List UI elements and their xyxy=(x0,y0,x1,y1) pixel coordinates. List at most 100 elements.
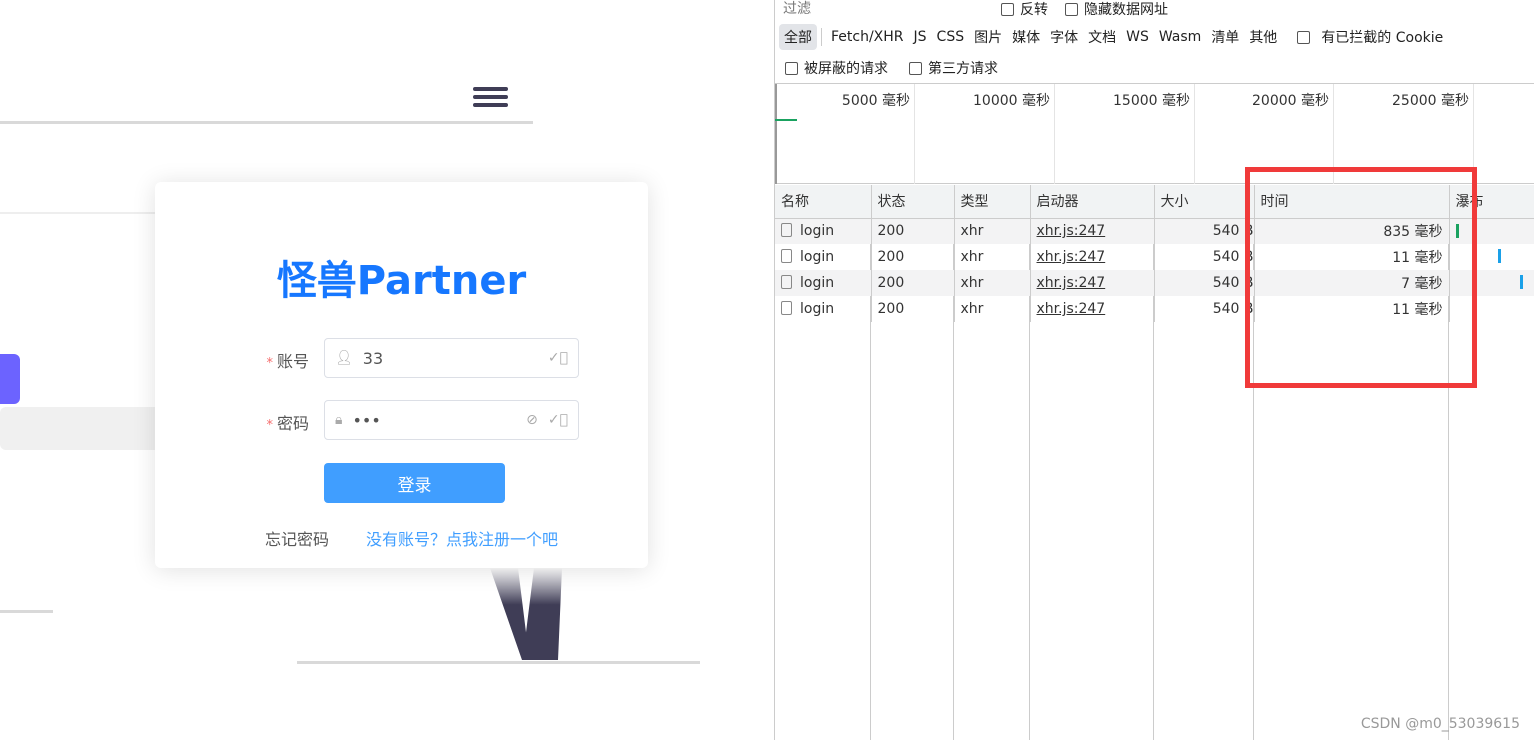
checkbox[interactable] xyxy=(1065,3,1078,16)
file-icon xyxy=(781,223,792,238)
cell-size: 540 B xyxy=(1154,244,1255,270)
account-label: * 账号 xyxy=(249,348,309,372)
password-value: ••• xyxy=(352,410,381,430)
decor-bar xyxy=(0,407,160,450)
blocked-requests-label: 被屏蔽的请求 xyxy=(804,61,888,77)
cell-type: xhr xyxy=(954,296,1031,322)
type-filter-img[interactable]: 图片 xyxy=(969,24,1007,50)
eye-off-icon[interactable]: ⊘ xyxy=(526,412,538,428)
type-filter-js[interactable]: JS xyxy=(909,26,932,48)
column-size[interactable]: 大小 xyxy=(1154,185,1255,219)
decor-icon xyxy=(0,354,20,404)
request-name: login xyxy=(800,275,835,291)
highlight-box xyxy=(1245,167,1477,388)
checkbox[interactable] xyxy=(1297,31,1311,44)
hide-data-urls-label: 隐藏数据网址 xyxy=(1084,2,1168,18)
third-party-label: 第三方请求 xyxy=(928,61,998,77)
blocked-cookies-checkbox[interactable]: 有已拦截的 Cookie xyxy=(1292,24,1453,50)
initiator-link[interactable]: xhr.js:247 xyxy=(1037,249,1106,265)
checkbox[interactable] xyxy=(785,62,798,75)
password-label-text: 密码 xyxy=(276,414,309,433)
watermark: CSDN @m0_53039615 xyxy=(1360,716,1520,732)
filter-input[interactable]: 过滤 xyxy=(775,0,983,17)
forgot-password-link[interactable]: 忘记密码 xyxy=(265,526,329,550)
tick-label: 5000 毫秒 xyxy=(841,93,910,109)
account-value: 33 xyxy=(362,348,384,368)
cell-size: 540 B xyxy=(1154,218,1255,244)
checkbox[interactable] xyxy=(909,62,922,75)
request-name: login xyxy=(800,223,835,240)
cell-initiator[interactable]: xhr.js:247 xyxy=(1030,218,1155,244)
initiator-link[interactable]: xhr.js:247 xyxy=(1037,301,1106,317)
cell-name[interactable]: login xyxy=(775,218,872,244)
cell-status: 200 xyxy=(871,218,955,244)
cell-status: 200 xyxy=(871,270,955,296)
check-circle-icon: ✓⃝ xyxy=(547,412,568,428)
column-initiator[interactable]: 启动器 xyxy=(1030,185,1155,219)
type-filter-all[interactable]: 全部 xyxy=(779,24,817,50)
tick-label: 10000 毫秒 xyxy=(973,93,1050,109)
type-filter-fetch-xhr[interactable]: Fetch/XHR xyxy=(826,26,909,48)
required-mark: * xyxy=(266,418,273,433)
file-icon xyxy=(781,249,792,263)
type-filter-ws[interactable]: WS xyxy=(1121,26,1154,48)
initiator-link[interactable]: xhr.js:247 xyxy=(1037,275,1106,291)
cell-initiator[interactable]: xhr.js:247 xyxy=(1030,270,1155,296)
overview-bar xyxy=(775,119,797,121)
type-filter-manifest[interactable]: 清单 xyxy=(1206,24,1244,50)
tick-label: 25000 毫秒 xyxy=(1392,93,1469,109)
cell-name[interactable]: login xyxy=(775,296,872,322)
decor-envelope xyxy=(0,212,160,214)
account-input[interactable]: 👤︎ 33 ✓⃝ xyxy=(324,338,579,378)
app-title: 怪兽Partner xyxy=(276,258,527,304)
type-filter-doc[interactable]: 文档 xyxy=(1083,24,1121,50)
third-party-checkbox[interactable]: 第三方请求 xyxy=(909,58,998,78)
request-name: login xyxy=(800,249,835,265)
invert-checkbox[interactable]: 反转 xyxy=(1001,0,1048,19)
type-filter-other[interactable]: 其他 xyxy=(1244,24,1282,50)
login-button[interactable]: 登录 xyxy=(324,463,505,503)
lock-icon: 🔒︎ xyxy=(335,412,343,428)
account-label-text: 账号 xyxy=(276,352,309,371)
cell-type: xhr xyxy=(954,244,1031,270)
decor-ground xyxy=(297,661,700,664)
waterfall-bar xyxy=(1497,249,1501,263)
cell-name[interactable]: login xyxy=(775,244,872,270)
column-name[interactable]: 名称 xyxy=(775,185,872,219)
hide-data-urls-checkbox[interactable]: 隐藏数据网址 xyxy=(1065,0,1168,19)
request-name: login xyxy=(800,301,835,317)
required-mark: * xyxy=(266,356,273,371)
cell-initiator[interactable]: xhr.js:247 xyxy=(1030,244,1155,270)
password-label: * 密码 xyxy=(249,410,309,434)
cell-type: xhr xyxy=(954,270,1031,296)
checkbox[interactable] xyxy=(1001,3,1014,16)
cell-name[interactable]: login xyxy=(775,270,872,296)
type-filter-font[interactable]: 字体 xyxy=(1045,24,1083,50)
initiator-link[interactable]: xhr.js:247 xyxy=(1037,223,1106,239)
invert-label: 反转 xyxy=(1020,2,1048,18)
cell-type: xhr xyxy=(954,218,1031,244)
cell-status: 200 xyxy=(871,244,955,270)
register-link[interactable]: 没有账号？点我注册一个吧 xyxy=(366,526,558,550)
decor-person-legs xyxy=(490,568,562,660)
cell-initiator[interactable]: xhr.js:247 xyxy=(1030,296,1155,322)
file-icon xyxy=(781,275,792,289)
decor-line xyxy=(0,121,533,124)
column-status[interactable]: 状态 xyxy=(871,185,955,219)
type-filter-wasm[interactable]: Wasm xyxy=(1154,26,1206,48)
type-filter-bar: 全部 Fetch/XHR JS CSS 图片 媒体 字体 文档 WS Wasm … xyxy=(779,24,1453,50)
waterfall-bar xyxy=(1519,275,1523,289)
column-type[interactable]: 类型 xyxy=(954,185,1031,219)
file-icon xyxy=(781,301,792,315)
cell-status: 200 xyxy=(871,296,955,322)
tick-label: 20000 毫秒 xyxy=(1252,93,1329,109)
blocked-requests-checkbox[interactable]: 被屏蔽的请求 xyxy=(785,58,888,78)
type-filter-css[interactable]: CSS xyxy=(932,26,970,48)
cell-size: 540 B xyxy=(1154,296,1255,322)
cell-size: 540 B xyxy=(1154,270,1255,296)
login-card: 怪兽Partner * 账号 👤︎ 33 ✓⃝ * 密码 🔒︎ ••• ⊘ ✓⃝ 登… xyxy=(155,182,648,568)
password-input[interactable]: 🔒︎ ••• ⊘ ✓⃝ xyxy=(324,400,579,440)
type-filter-media[interactable]: 媒体 xyxy=(1007,24,1045,50)
menu-icon[interactable] xyxy=(473,87,508,107)
check-circle-icon: ✓⃝ xyxy=(547,350,568,366)
